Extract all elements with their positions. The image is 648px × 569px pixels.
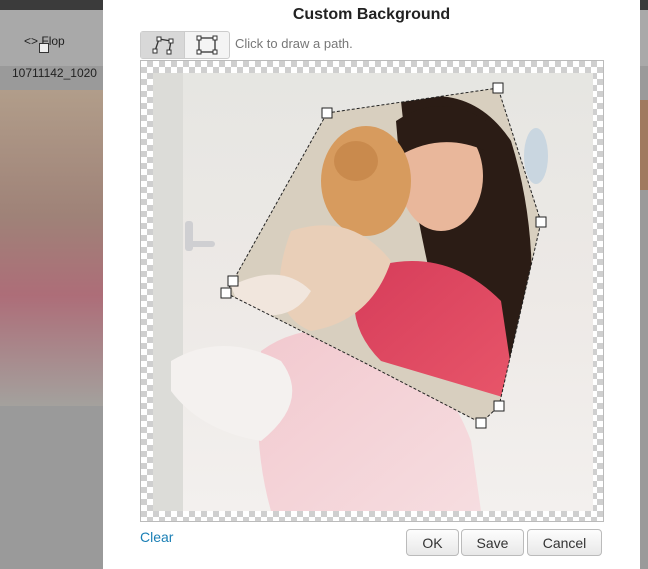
custom-background-dialog: Custom Background Click to draw a path.: [103, 0, 640, 569]
path-handle[interactable]: [227, 275, 239, 287]
tool-selector: [140, 31, 230, 59]
path-tool-icon: [152, 36, 173, 55]
background-handle[interactable]: [39, 43, 49, 53]
path-handle[interactable]: [492, 82, 504, 94]
image-canvas[interactable]: [140, 60, 604, 522]
rectangle-tool-button[interactable]: [185, 32, 229, 58]
path-handle[interactable]: [475, 417, 487, 429]
clear-link[interactable]: Clear: [140, 529, 173, 545]
path-handle[interactable]: [535, 216, 547, 228]
draw-hint: Click to draw a path.: [235, 36, 353, 51]
path-handle[interactable]: [493, 400, 505, 412]
background-filename: 10711142_1020: [12, 66, 97, 80]
path-handle[interactable]: [220, 287, 232, 299]
save-button[interactable]: Save: [461, 529, 524, 556]
background-image-thumbnail: [0, 90, 104, 406]
background-image-edge: [640, 100, 648, 190]
dialog-title: Custom Background: [292, 6, 451, 23]
path-handle[interactable]: [321, 107, 333, 119]
canvas-drawing[interactable]: [141, 61, 604, 522]
ok-button[interactable]: OK: [406, 529, 459, 556]
path-tool-button[interactable]: [141, 32, 185, 58]
cancel-button[interactable]: Cancel: [527, 529, 602, 556]
flop-icon: <>: [24, 34, 39, 48]
rectangle-tool-icon: [196, 35, 218, 55]
